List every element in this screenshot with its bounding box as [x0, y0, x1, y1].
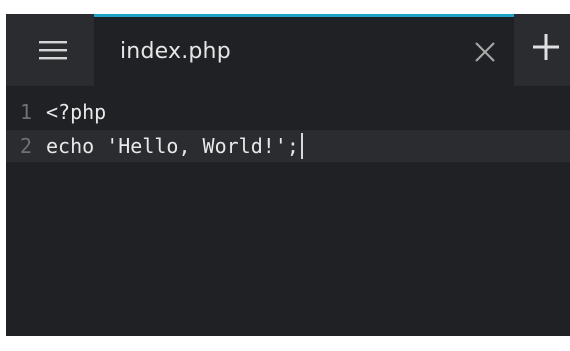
- plus-icon: [533, 34, 559, 60]
- menu-button[interactable]: [12, 14, 94, 86]
- bottom-margin: [0, 336, 570, 351]
- line-code: <?php: [46, 100, 107, 124]
- code-line-active[interactable]: 2 echo 'Hello, World!';: [6, 130, 570, 162]
- editor-window: index.php 1 <?php 2 echo 'Hello, World!'…: [0, 0, 570, 351]
- code-line[interactable]: 1 <?php: [6, 96, 570, 128]
- tab-title: index.php: [120, 39, 231, 64]
- line-number: 1: [19, 100, 32, 124]
- tab-close-button[interactable]: [472, 39, 498, 65]
- hamburger-menu-icon: [39, 41, 67, 60]
- line-code: echo 'Hello, World!';: [46, 134, 299, 158]
- new-tab-button[interactable]: [526, 24, 566, 70]
- text-caret: [300, 133, 303, 159]
- line-number: 2: [19, 134, 32, 158]
- editor-frame: index.php 1 <?php 2 echo 'Hello, World!'…: [6, 14, 570, 351]
- code-editor[interactable]: 1 <?php 2 echo 'Hello, World!';: [6, 86, 570, 351]
- close-icon: [475, 42, 495, 62]
- tab-bar: index.php: [6, 14, 570, 86]
- tab-index-php[interactable]: index.php: [94, 14, 514, 86]
